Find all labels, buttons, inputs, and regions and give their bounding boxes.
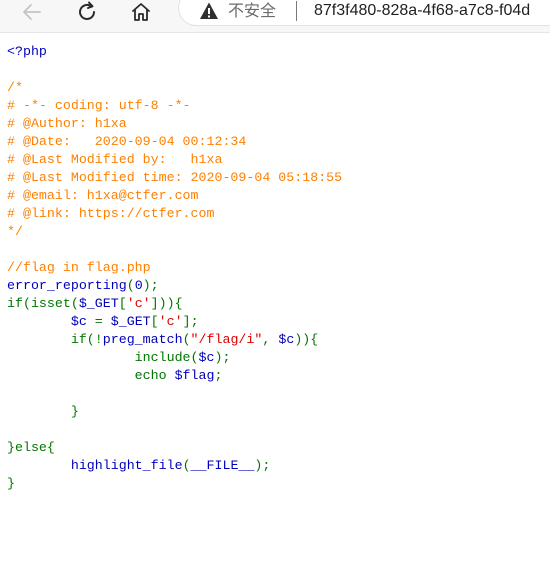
code-line: error_reporting(0);: [7, 278, 159, 293]
code-token: );: [254, 458, 271, 473]
code-line: */: [7, 224, 23, 239]
code-line: }else{: [7, 440, 55, 455]
code-line: highlight_file(__FILE__);: [7, 458, 271, 473]
code-line: # -*- coding: utf-8 -*-: [7, 98, 191, 113]
code-line: if(isset($_GET['c'])){: [7, 296, 183, 311]
code-token: */: [7, 224, 23, 239]
reload-icon: [79, 1, 95, 20]
reload-button[interactable]: [73, 0, 101, 24]
code-token: $c: [198, 350, 215, 365]
code-token: ;: [214, 368, 223, 383]
code-token: );: [142, 278, 159, 293]
code-token: $flag: [174, 368, 215, 383]
code-line: # @Date: 2020-09-04 00:12:34: [7, 134, 246, 149]
code-token: $_GET: [78, 296, 119, 311]
code-line: <?php: [7, 44, 47, 59]
code-token: );: [214, 350, 231, 365]
code-token: preg_match: [102, 332, 183, 347]
code-token: 'c': [126, 296, 151, 311]
code-line: if(!preg_match("/flag/i", $c)){: [7, 332, 318, 347]
code-token: "/flag/i": [190, 332, 263, 347]
code-token: }: [7, 404, 79, 419]
url-text[interactable]: 87f3f480-828a-4f68-a7c8-f04d: [314, 1, 530, 21]
code-token: include(: [7, 350, 199, 365]
back-button[interactable]: [18, 0, 46, 24]
code-token: # @Date: 2020-09-04 00:12:34: [7, 134, 247, 149]
code-token: )){: [294, 332, 319, 347]
code-token: 0: [134, 278, 143, 293]
home-icon: [132, 3, 150, 21]
code-line: # @link: https://ctfer.com: [7, 206, 214, 221]
address-divider: [296, 1, 297, 21]
code-token: ])){: [150, 296, 183, 311]
code-line: # @Author: h1xa: [7, 116, 127, 131]
home-button[interactable]: [127, 0, 155, 24]
code-token: # @link: https://ctfer.com: [7, 206, 215, 221]
code-token: 'c': [158, 314, 183, 329]
php-source-code: <?php /* # -*- coding: utf-8 -*- # @Auth…: [7, 43, 342, 493]
code-line: # @Last Modified time: 2020-09-04 05:18:…: [7, 170, 342, 185]
code-token: =: [94, 314, 111, 329]
code-token: if(!: [7, 332, 103, 347]
code-line: /*: [7, 80, 23, 95]
back-arrow-icon: [23, 4, 41, 20]
code-token: $c: [278, 332, 295, 347]
code-token: error_reporting: [7, 278, 127, 293]
code-token: /*: [7, 80, 23, 95]
code-token: (: [182, 332, 191, 347]
code-token: highlight_file: [70, 458, 183, 473]
code-line: # @Last Modified by: h1xa: [7, 152, 222, 167]
code-token: }else{: [7, 440, 55, 455]
code-line: //flag in flag.php: [7, 260, 151, 275]
code-token: # @Author: h1xa: [7, 116, 127, 131]
code-token: __FILE__: [190, 458, 255, 473]
address-bar[interactable]: 不安全 87f3f480-828a-4f68-a7c8-f04d: [178, 0, 550, 26]
code-line: }: [7, 476, 15, 491]
code-token: ];: [182, 314, 199, 329]
code-token: }: [7, 476, 15, 491]
code-token: //flag in flag.php: [7, 260, 151, 275]
code-token: echo: [7, 368, 175, 383]
warning-icon[interactable]: [199, 1, 219, 21]
code-token: (: [182, 458, 191, 473]
browser-toolbar: 不安全 87f3f480-828a-4f68-a7c8-f04d: [0, 0, 550, 33]
code-token: (: [126, 278, 135, 293]
code-line: # @email: h1xa@ctfer.com: [7, 188, 199, 203]
code-token: # @Last Modified time: 2020-09-04 05:18:…: [7, 170, 343, 185]
code-token: $c: [70, 314, 95, 329]
code-line: }: [7, 404, 79, 419]
code-token: $_GET: [110, 314, 151, 329]
code-line: include($c);: [7, 350, 231, 365]
code-token: ,: [262, 332, 279, 347]
security-label[interactable]: 不安全: [228, 1, 276, 21]
code-token: if(isset(: [7, 296, 79, 311]
code-token: [: [150, 314, 159, 329]
code-token: # -*- coding: utf-8 -*-: [7, 98, 191, 113]
code-line: echo $flag;: [7, 368, 223, 383]
code-line: $c = $_GET['c'];: [7, 314, 199, 329]
code-token: <?php: [7, 44, 47, 59]
code-token: # @Last Modified by: h1xa: [7, 152, 223, 167]
code-token: # @email: h1xa@ctfer.com: [7, 188, 199, 203]
code-token: [: [118, 296, 127, 311]
